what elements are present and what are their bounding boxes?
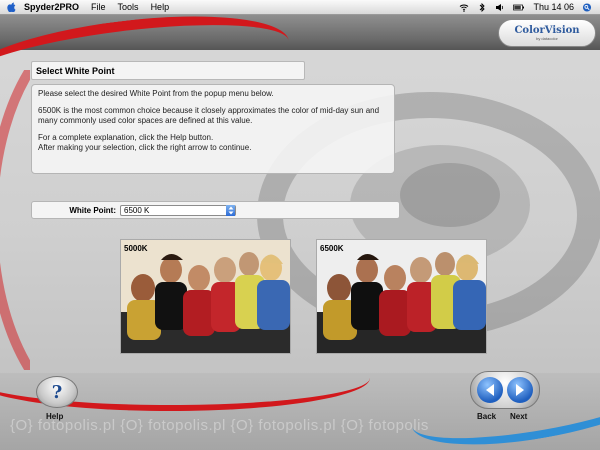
volume-icon[interactable] [495, 3, 505, 12]
instruction-text-3: For a complete explanation, click the He… [38, 133, 214, 142]
menu-bar: Spyder2PRO File Tools Help Thu 14 06 [0, 0, 600, 15]
white-point-value: 6500 K [124, 205, 150, 215]
logo-byline: by datacolor [536, 35, 558, 41]
back-button[interactable] [477, 377, 503, 403]
instruction-text-1: Please select the desired White Point fr… [38, 89, 274, 98]
next-label: Next [510, 412, 528, 421]
clock[interactable]: Thu 14 06 [533, 2, 574, 12]
navigation-buttons [470, 371, 540, 409]
menu-help[interactable]: Help [151, 2, 170, 12]
white-point-row: White Point: 6500 K [31, 201, 400, 219]
back-label: Back [477, 412, 497, 421]
left-decor-graphic [0, 70, 30, 370]
back-arrow-icon [486, 384, 494, 396]
group-photo-neutral [317, 240, 486, 353]
wifi-icon[interactable] [459, 3, 469, 12]
app-menu[interactable]: Spyder2PRO [24, 2, 79, 12]
help-button[interactable]: ? [36, 376, 78, 408]
menu-tools[interactable]: Tools [118, 2, 139, 12]
help-label: Help [46, 412, 64, 421]
watermark: {O} fotopolis.pl {O} fotopolis.pl {O} fo… [10, 417, 429, 434]
battery-icon[interactable] [513, 3, 525, 12]
app-window: ColorVision by datacolor Select White Po… [0, 15, 600, 450]
white-point-select[interactable]: 6500 K [120, 204, 236, 216]
logo-brand: ColorVision [514, 24, 580, 36]
preview-label-5000k: 5000K [124, 244, 148, 253]
spotlight-icon[interactable] [582, 2, 592, 12]
preview-6500k: 6500K [316, 239, 487, 354]
group-photo-warm [121, 240, 290, 353]
page-title: Select White Point [31, 61, 305, 80]
preview-5000k: 5000K [120, 239, 291, 354]
instruction-text-4: After making your selection, click the r… [38, 143, 252, 152]
instructions-panel: Please select the desired White Point fr… [31, 84, 395, 174]
next-button[interactable] [507, 377, 533, 403]
question-mark-icon: ? [51, 381, 63, 403]
select-arrows-icon [226, 204, 235, 216]
next-arrow-icon [516, 384, 524, 396]
instruction-text-2: 6500K is the most common choice because … [38, 106, 380, 125]
menu-extras: Thu 14 06 [459, 2, 592, 12]
preview-label-6500k: 6500K [320, 244, 344, 253]
menu-file[interactable]: File [91, 2, 106, 12]
bluetooth-icon[interactable] [477, 2, 487, 12]
apple-menu-icon[interactable] [7, 2, 16, 12]
colorvision-logo: ColorVision by datacolor [498, 19, 596, 47]
white-point-label: White Point: [69, 205, 116, 215]
